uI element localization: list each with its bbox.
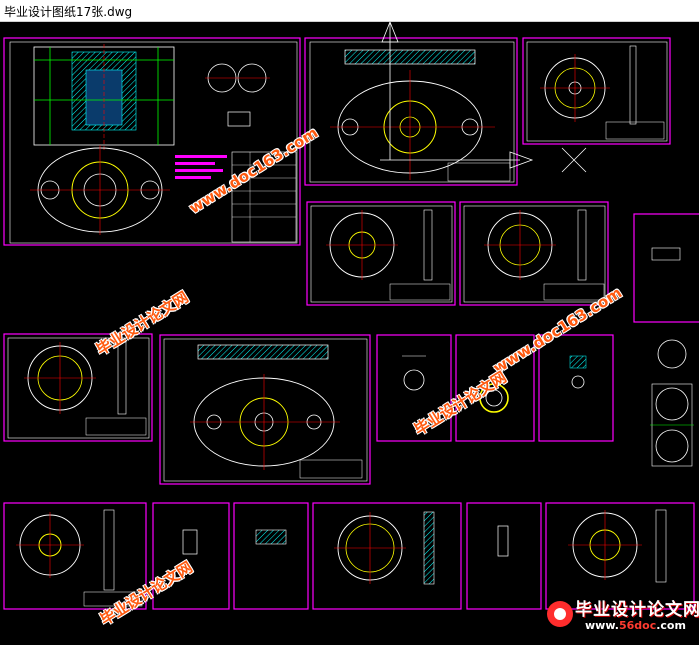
sheet-small-right[interactable] — [633, 213, 699, 323]
sheet-part-4e[interactable] — [466, 502, 542, 610]
sheet-flange-4d[interactable] — [312, 502, 462, 610]
window-title: 毕业设计图纸17张.dwg — [4, 5, 133, 19]
cad-drawing-sheets — [3, 20, 699, 610]
logo-text: 毕业设计论文网 — [575, 600, 699, 620]
sheet-circles-right[interactable] — [650, 339, 694, 467]
sheet-part-4c[interactable] — [233, 502, 309, 610]
sheet-flange-3a[interactable] — [3, 333, 153, 442]
drawing-canvas[interactable]: www.doc163.com 毕业设计论文网 www.doc163.com 毕业… — [0, 20, 699, 641]
sheet-flange-2a[interactable] — [306, 201, 456, 306]
logo-icon — [547, 601, 573, 627]
sheet-assembly[interactable] — [3, 37, 301, 246]
logo-url: www.56doc.com — [585, 619, 686, 632]
window-title-bar: 毕业设计图纸17张.dwg — [0, 0, 699, 22]
sheet-part-3e[interactable] — [538, 334, 614, 442]
sheet-flange-top-right[interactable] — [522, 37, 671, 173]
site-logo: 毕业设计论文网 www.56doc.com — [545, 591, 699, 641]
sheet-oval-plate-2[interactable] — [159, 334, 371, 485]
sheet-oval-plate[interactable] — [304, 20, 534, 186]
sheet-flange-2b[interactable] — [459, 201, 609, 306]
